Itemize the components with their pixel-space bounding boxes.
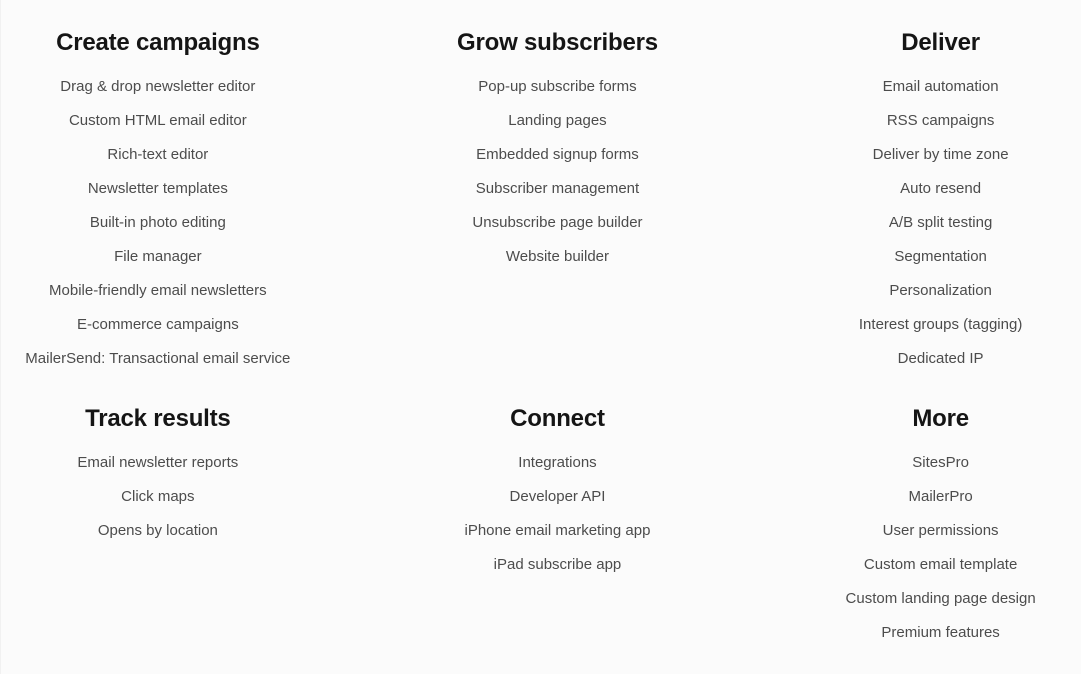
list-item: Custom HTML email editor xyxy=(1,104,315,138)
list-item: File manager xyxy=(1,240,315,274)
link-click-maps[interactable]: Click maps xyxy=(1,480,315,514)
link-sitespro[interactable]: SitesPro xyxy=(800,446,1081,480)
sitemap-row-bottom: Track results Email newsletter reports C… xyxy=(1,376,1081,650)
sitemap-column-connect: Connect Integrations Developer API iPhon… xyxy=(315,404,801,582)
link-interest-groups-tagging[interactable]: Interest groups (tagging) xyxy=(800,308,1081,342)
list-item: MailerPro xyxy=(800,480,1081,514)
link-custom-html-email-editor[interactable]: Custom HTML email editor xyxy=(1,104,315,138)
link-unsubscribe-page-builder[interactable]: Unsubscribe page builder xyxy=(315,206,801,240)
list-item: E-commerce campaigns xyxy=(1,308,315,342)
list-item: SitesPro xyxy=(800,446,1081,480)
sitemap-column-create-campaigns: Create campaigns Drag & drop newsletter … xyxy=(1,28,315,376)
link-list-more: SitesPro MailerPro User permissions Cust… xyxy=(800,446,1081,650)
link-integrations[interactable]: Integrations xyxy=(315,446,801,480)
list-item: Deliver by time zone xyxy=(800,138,1081,172)
link-rss-campaigns[interactable]: RSS campaigns xyxy=(800,104,1081,138)
link-drag-drop-newsletter-editor[interactable]: Drag & drop newsletter editor xyxy=(1,70,315,104)
link-email-automation[interactable]: Email automation xyxy=(800,70,1081,104)
list-item: Developer API xyxy=(315,480,801,514)
link-deliver-by-time-zone[interactable]: Deliver by time zone xyxy=(800,138,1081,172)
list-item: iPhone email marketing app xyxy=(315,514,801,548)
link-opens-by-location[interactable]: Opens by location xyxy=(1,514,315,548)
link-iphone-email-marketing-app[interactable]: iPhone email marketing app xyxy=(315,514,801,548)
list-item: Segmentation xyxy=(800,240,1081,274)
link-landing-pages[interactable]: Landing pages xyxy=(315,104,801,138)
sitemap-column-grow-subscribers: Grow subscribers Pop-up subscribe forms … xyxy=(315,28,801,274)
list-item: Custom landing page design xyxy=(800,582,1081,616)
list-item: MailerSend: Transactional email service xyxy=(1,342,315,376)
link-newsletter-templates[interactable]: Newsletter templates xyxy=(1,172,315,206)
list-item: User permissions xyxy=(800,514,1081,548)
list-item: Unsubscribe page builder xyxy=(315,206,801,240)
list-item: Website builder xyxy=(315,240,801,274)
link-embedded-signup-forms[interactable]: Embedded signup forms xyxy=(315,138,801,172)
sitemap-column-track-results: Track results Email newsletter reports C… xyxy=(1,404,315,548)
link-e-commerce-campaigns[interactable]: E-commerce campaigns xyxy=(1,308,315,342)
link-mailerpro[interactable]: MailerPro xyxy=(800,480,1081,514)
link-ipad-subscribe-app[interactable]: iPad subscribe app xyxy=(315,548,801,582)
link-email-newsletter-reports[interactable]: Email newsletter reports xyxy=(1,446,315,480)
column-heading-grow-subscribers: Grow subscribers xyxy=(457,29,658,56)
link-list-track-results: Email newsletter reports Click maps Open… xyxy=(1,446,315,548)
sitemap-row-top: Create campaigns Drag & drop newsletter … xyxy=(1,0,1081,376)
list-item: Embedded signup forms xyxy=(315,138,801,172)
column-heading-connect: Connect xyxy=(510,405,605,432)
link-mobile-friendly-email-newsletters[interactable]: Mobile-friendly email newsletters xyxy=(1,274,315,308)
sitemap-column-deliver: Deliver Email automation RSS campaigns D… xyxy=(800,28,1081,376)
link-website-builder[interactable]: Website builder xyxy=(315,240,801,274)
column-heading-create-campaigns: Create campaigns xyxy=(56,29,260,56)
link-ab-split-testing[interactable]: A/B split testing xyxy=(800,206,1081,240)
column-heading-track-results: Track results xyxy=(85,405,231,432)
list-item: Custom email template xyxy=(800,548,1081,582)
link-personalization[interactable]: Personalization xyxy=(800,274,1081,308)
list-item: A/B split testing xyxy=(800,206,1081,240)
column-heading-more: More xyxy=(912,405,969,432)
list-item: Subscriber management xyxy=(315,172,801,206)
list-item: Email newsletter reports xyxy=(1,446,315,480)
link-list-deliver: Email automation RSS campaigns Deliver b… xyxy=(800,70,1081,376)
list-item: Rich-text editor xyxy=(1,138,315,172)
link-custom-email-template[interactable]: Custom email template xyxy=(800,548,1081,582)
list-item: Built-in photo editing xyxy=(1,206,315,240)
link-segmentation[interactable]: Segmentation xyxy=(800,240,1081,274)
link-dedicated-ip[interactable]: Dedicated IP xyxy=(800,342,1081,376)
link-premium-features[interactable]: Premium features xyxy=(800,616,1081,650)
link-list-create-campaigns: Drag & drop newsletter editor Custom HTM… xyxy=(1,70,315,376)
link-file-manager[interactable]: File manager xyxy=(1,240,315,274)
sitemap-column-more: More SitesPro MailerPro User permissions… xyxy=(800,404,1081,650)
list-item: RSS campaigns xyxy=(800,104,1081,138)
link-auto-resend[interactable]: Auto resend xyxy=(800,172,1081,206)
link-list-grow-subscribers: Pop-up subscribe forms Landing pages Emb… xyxy=(315,70,801,274)
list-item: Email automation xyxy=(800,70,1081,104)
list-item: Landing pages xyxy=(315,104,801,138)
list-item: Newsletter templates xyxy=(1,172,315,206)
link-developer-api[interactable]: Developer API xyxy=(315,480,801,514)
link-list-connect: Integrations Developer API iPhone email … xyxy=(315,446,801,582)
link-custom-landing-page-design[interactable]: Custom landing page design xyxy=(800,582,1081,616)
column-heading-deliver: Deliver xyxy=(901,29,980,56)
link-mailersend-transactional-email-service[interactable]: MailerSend: Transactional email service xyxy=(1,342,315,376)
feature-sitemap: Create campaigns Drag & drop newsletter … xyxy=(0,0,1081,674)
list-item: Click maps xyxy=(1,480,315,514)
link-rich-text-editor[interactable]: Rich-text editor xyxy=(1,138,315,172)
list-item: Dedicated IP xyxy=(800,342,1081,376)
list-item: Pop-up subscribe forms xyxy=(315,70,801,104)
list-item: Drag & drop newsletter editor xyxy=(1,70,315,104)
list-item: Premium features xyxy=(800,616,1081,650)
list-item: iPad subscribe app xyxy=(315,548,801,582)
link-user-permissions[interactable]: User permissions xyxy=(800,514,1081,548)
link-pop-up-subscribe-forms[interactable]: Pop-up subscribe forms xyxy=(315,70,801,104)
link-subscriber-management[interactable]: Subscriber management xyxy=(315,172,801,206)
link-built-in-photo-editing[interactable]: Built-in photo editing xyxy=(1,206,315,240)
list-item: Auto resend xyxy=(800,172,1081,206)
list-item: Integrations xyxy=(315,446,801,480)
list-item: Personalization xyxy=(800,274,1081,308)
list-item: Mobile-friendly email newsletters xyxy=(1,274,315,308)
list-item: Opens by location xyxy=(1,514,315,548)
list-item: Interest groups (tagging) xyxy=(800,308,1081,342)
